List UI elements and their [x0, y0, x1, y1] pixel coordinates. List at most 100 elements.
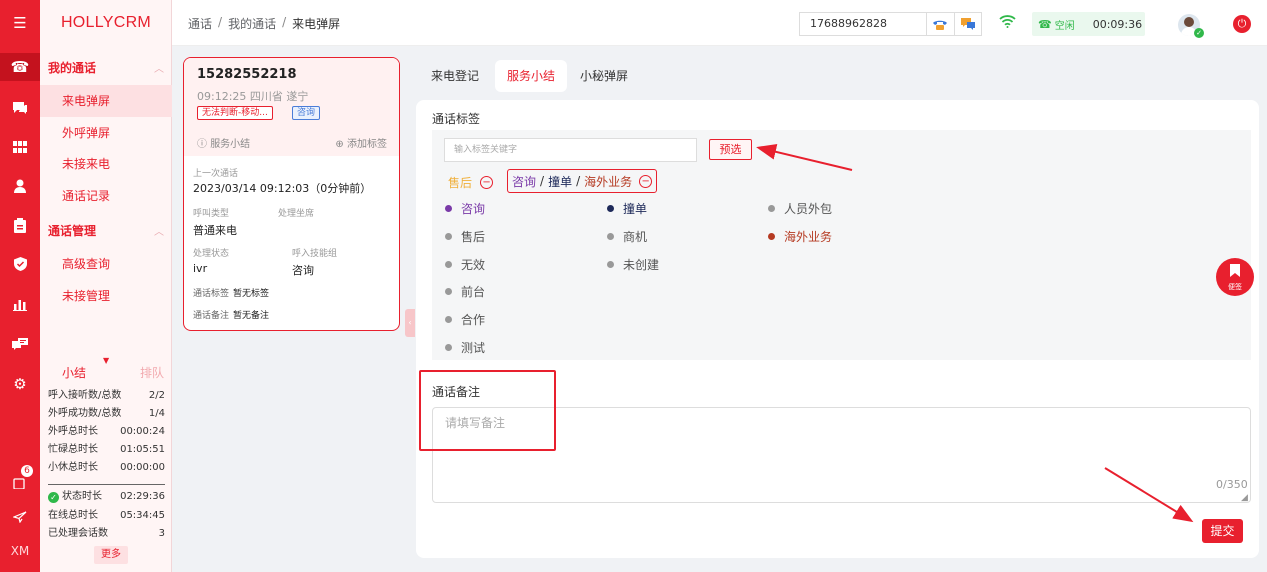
stat-row: 呼入接听数/总数 2/2 [48, 390, 165, 401]
dial-button[interactable] [927, 13, 954, 35]
tags-section-title: 通话标签 [432, 112, 481, 126]
tag-option[interactable]: 海外业务 [768, 228, 832, 245]
last-call-value: 2023/03/14 09:12:03（0分钟前） [193, 182, 372, 195]
check-circle-icon: ✓ [48, 491, 59, 503]
breadcrumb-item[interactable]: 通话 [188, 15, 212, 32]
user-initials[interactable]: XM [0, 544, 40, 558]
add-tag-button[interactable]: ⊕ 添加标签 [335, 135, 387, 150]
chevron-up-icon: ︿ [154, 63, 164, 75]
remove-tag-icon[interactable]: − [480, 176, 494, 189]
remark-textarea[interactable] [432, 407, 1251, 503]
service-summary-link[interactable]: ⓘ 服务小结 [197, 135, 250, 150]
info-icon: ⓘ [197, 139, 207, 150]
stat-row: 在线总时长 05:34:45 [48, 510, 165, 521]
bookmark-icon [1230, 264, 1240, 280]
online-check-icon: ✓ [1194, 28, 1204, 38]
tag-option[interactable]: 撞单 [607, 200, 647, 217]
status-label: 空闲 [1054, 20, 1075, 32]
tag-option[interactable]: 合作 [445, 311, 485, 328]
tab-queue[interactable]: 排队 [140, 364, 164, 381]
tag-option[interactable]: 未创建 [607, 256, 659, 273]
skill-value: 咨询 [292, 264, 314, 277]
nav-group-my-calls[interactable]: 我的通话 ︿ [48, 57, 164, 77]
remove-tag-icon[interactable]: − [639, 174, 653, 188]
notification-icon[interactable] [0, 468, 40, 496]
preset-button[interactable]: 预选 [709, 139, 752, 160]
resize-handle-icon[interactable]: ◢ [1241, 493, 1248, 503]
operator-tag: 无法判断-移动... [197, 106, 273, 120]
nav-item-incoming-popup[interactable]: 来电弹屏 [40, 85, 172, 117]
tag-option[interactable]: 售后 [445, 228, 485, 245]
selected-tag-path: 咨询 / 撞单 / 海外业务 − [507, 169, 658, 193]
user-icon[interactable] [0, 172, 40, 200]
breadcrumb: 通话 / 我的通话 / 来电弹屏 [188, 15, 341, 32]
tag-option[interactable]: 前台 [445, 283, 485, 300]
phone-actions [926, 12, 982, 36]
phone-icon[interactable]: ☎ [0, 53, 40, 81]
send-icon[interactable] [0, 503, 40, 531]
nav-group-label: 我的通话 [48, 60, 97, 75]
tag-option[interactable]: 咨询 [445, 200, 485, 217]
remark-placeholder: 请填写备注 [445, 416, 506, 430]
nav-item-missed-mgmt[interactable]: 未接管理 [40, 280, 172, 312]
message-button[interactable] [953, 13, 982, 35]
stat-row: 外呼成功数/总数 1/4 [48, 408, 165, 419]
caller-number: 15282552218 [197, 67, 297, 82]
stats-tabs: ▼ 小结 排队 [40, 356, 172, 384]
agent-status[interactable]: ☎ 空闲 00:09:36 [1032, 12, 1145, 36]
nav-group-label: 通话管理 [48, 223, 97, 238]
wifi-icon [999, 13, 1016, 32]
stat-row: 忙碌总时长 01:05:51 [48, 444, 165, 455]
app-brand: HOLLYCRM [60, 14, 152, 31]
tab-call-registration[interactable]: 来电登记 [431, 60, 479, 92]
submit-button[interactable]: 提交 [1202, 519, 1243, 543]
power-icon[interactable]: ⏻ [1233, 15, 1251, 33]
menu-icon[interactable]: ☰ [0, 9, 40, 37]
breadcrumb-item[interactable]: 我的通话 [228, 15, 276, 32]
phone-icon: ☎ [1038, 17, 1052, 31]
stat-row: ✓ 状态时长 02:29:36 [48, 489, 165, 505]
notes-button[interactable]: 便签 [1216, 258, 1254, 296]
nav-group-call-mgmt[interactable]: 通话管理 ︿ [48, 220, 164, 240]
remark-section-title: 通话备注 [432, 385, 481, 399]
nav-item-call-records[interactable]: 通话记录 [40, 180, 172, 212]
tab-service-summary[interactable]: 服务小结 [495, 60, 568, 92]
breadcrumb-current: 来电弹屏 [292, 17, 341, 31]
tab-indicator-icon: ▼ [103, 356, 110, 365]
tag-option[interactable]: 无效 [445, 256, 485, 273]
gear-icon[interactable]: ⚙ [0, 370, 40, 398]
call-remark-line: 通话备注 暂无备注 [193, 311, 270, 321]
tab-assistant-popup[interactable]: 小秘弹屏 [580, 60, 628, 92]
stat-row: 小休总时长 00:00:00 [48, 462, 165, 473]
status-timer: 00:09:36 [1092, 17, 1143, 31]
tab-summary[interactable]: 小结 [62, 364, 86, 381]
caller-time-location: 09:12:25 四川省 遂宁 [197, 90, 309, 103]
caller-card: 15282552218 09:12:25 四川省 遂宁 无法判断-移动... 咨… [183, 57, 400, 331]
shield-icon[interactable] [0, 250, 40, 278]
tag-option[interactable]: 商机 [607, 228, 647, 245]
tag-picker [432, 130, 1251, 360]
collapse-handle[interactable]: ‹ [405, 309, 415, 337]
more-button[interactable]: 更多 [94, 546, 128, 564]
tag-search-input[interactable]: 输入标签关键字 [444, 138, 697, 162]
char-counter: 0/350 [1216, 478, 1248, 491]
nav-item-advanced-query[interactable]: 高级查询 [40, 248, 172, 280]
grid-icon[interactable] [0, 133, 40, 161]
comment-icon[interactable] [0, 331, 40, 359]
stat-row: 外呼总时长 00:00:24 [48, 426, 165, 437]
phone-input[interactable]: 17688962828 [799, 12, 926, 36]
call-type-value: 普通来电 [193, 224, 237, 237]
chart-icon[interactable] [0, 290, 40, 318]
plus-circle-icon: ⊕ [335, 139, 344, 150]
nav-item-outgoing-popup[interactable]: 外呼弹屏 [40, 117, 172, 149]
clipboard-icon[interactable] [0, 211, 40, 239]
stat-row: 已处理会话数 3 [48, 528, 165, 539]
tag-option[interactable]: 人员外包 [768, 200, 832, 217]
state-value: ivr [193, 262, 208, 275]
notification-badge: 6 [21, 465, 33, 477]
selected-tag-after-sales: 售后 − [448, 174, 494, 191]
consult-tag: 咨询 [292, 106, 321, 120]
nav-item-missed-calls[interactable]: 未接来电 [40, 148, 172, 180]
tag-option[interactable]: 测试 [445, 339, 485, 356]
chat-icon[interactable] [0, 94, 40, 122]
